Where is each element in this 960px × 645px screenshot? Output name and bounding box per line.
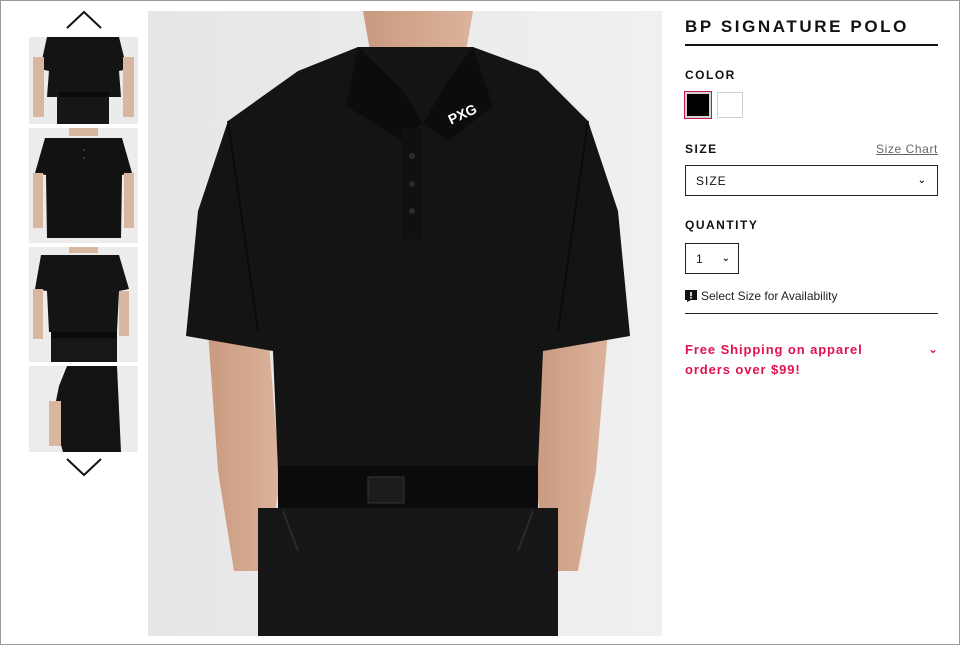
chevron-down-icon: ⌄	[927, 342, 938, 356]
thumbnail-front-pocket[interactable]	[29, 247, 138, 362]
thumbnail-front-view[interactable]	[29, 37, 138, 124]
quantity-label: QUANTITY	[685, 218, 759, 232]
shipping-promo-toggle[interactable]: Free Shipping on apparel orders over $99…	[685, 340, 938, 380]
chevron-up-icon	[66, 10, 102, 29]
chevron-down-icon: ⌄	[721, 253, 730, 264]
color-swatch-white[interactable]	[717, 92, 743, 118]
color-swatches	[684, 91, 938, 119]
size-select[interactable]: SIZE ⌄	[685, 165, 938, 196]
size-chart-link[interactable]: Size Chart	[876, 142, 938, 156]
thumbnail-scroll-up-button[interactable]	[64, 8, 104, 32]
color-swatch-black[interactable]	[684, 91, 712, 119]
chevron-down-icon: ⌄	[917, 175, 927, 186]
size-select-value: SIZE	[696, 173, 727, 188]
main-product-image: PXG	[148, 11, 662, 636]
thumbnail-list	[29, 37, 138, 456]
availability-text: Select Size for Availability	[701, 289, 838, 303]
thumbnail-scroll-down-button[interactable]	[64, 455, 104, 479]
thumbnail-front-close[interactable]	[29, 128, 138, 243]
product-title: BP SIGNATURE POLO	[685, 17, 938, 46]
shipping-promo-text: Free Shipping on apparel orders over $99…	[685, 342, 863, 377]
quantity-select[interactable]: 1 ⌄	[685, 243, 739, 274]
size-label: SIZE	[685, 142, 718, 156]
alert-icon	[685, 290, 697, 302]
size-header: SIZE Size Chart	[685, 142, 938, 156]
product-details-panel: BP SIGNATURE POLO COLOR SIZE Size Chart …	[684, 17, 938, 380]
chevron-down-icon	[66, 458, 102, 477]
availability-notice: Select Size for Availability	[685, 289, 938, 314]
thumbnail-side-view[interactable]	[29, 366, 138, 452]
color-label: COLOR	[685, 68, 736, 82]
quantity-value: 1	[696, 251, 703, 266]
